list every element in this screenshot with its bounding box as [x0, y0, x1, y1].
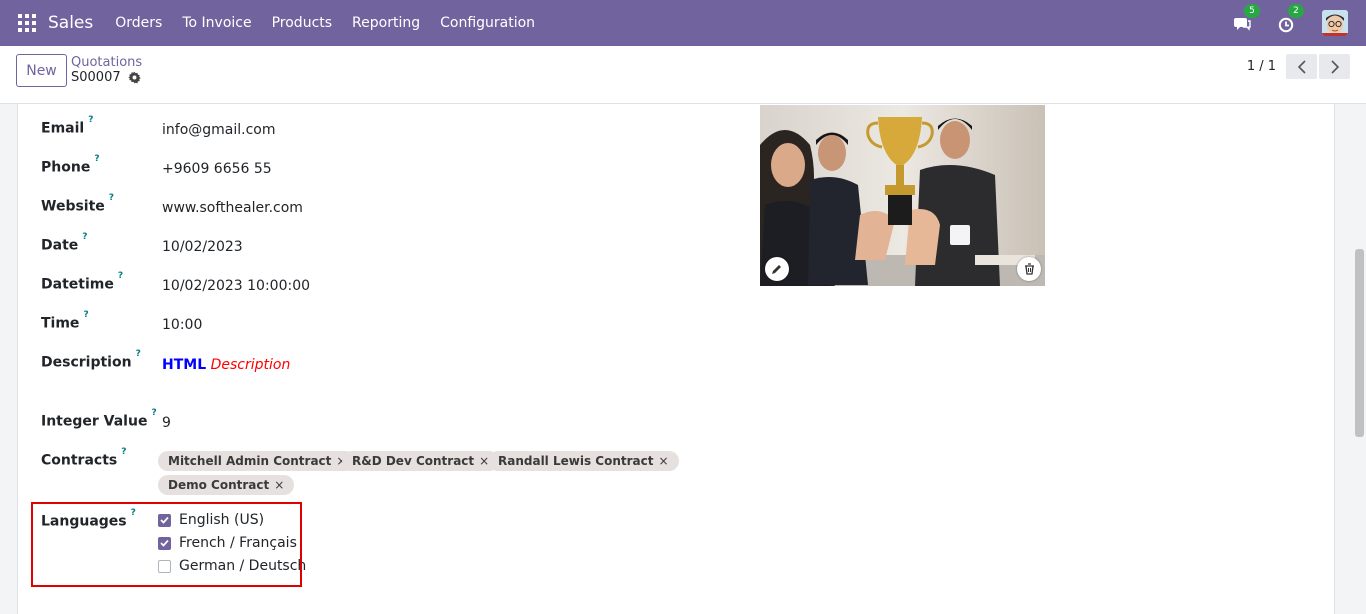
tag-remove-icon[interactable]: ×	[274, 478, 284, 492]
clock-icon	[1278, 17, 1294, 33]
description-italic-text: Description	[210, 357, 291, 373]
email-value[interactable]: info@gmail.com	[162, 122, 276, 138]
chevron-right-icon	[1330, 59, 1339, 74]
help-mark[interactable]: ?	[94, 154, 99, 164]
contract-tag[interactable]: Mitchell Admin Contract×	[158, 451, 357, 471]
contract-tag[interactable]: R&D Dev Contract ×	[342, 451, 500, 471]
help-mark[interactable]: ?	[83, 310, 88, 320]
trash-icon	[1024, 263, 1034, 275]
image-content	[760, 105, 1045, 286]
messages-button[interactable]: 5	[1234, 4, 1260, 34]
help-mark[interactable]: ?	[109, 193, 114, 203]
scrollbar-thumb[interactable]	[1355, 249, 1364, 437]
date-label: Date	[41, 237, 79, 254]
description-bold-text: HTML	[162, 357, 207, 373]
integer-value[interactable]: 9	[162, 415, 171, 431]
menu-configuration[interactable]: Configuration	[430, 0, 545, 46]
contract-tag-label: Demo Contract	[168, 478, 270, 492]
new-button[interactable]: New	[16, 54, 67, 87]
pager-previous-button[interactable]	[1286, 54, 1317, 79]
website-value[interactable]: www.softhealer.com	[162, 200, 303, 216]
datetime-value[interactable]: 10/02/2023 10:00:00	[162, 278, 310, 294]
datetime-label: Datetime	[41, 276, 114, 293]
menu-to-invoice[interactable]: To Invoice	[172, 0, 261, 46]
date-value[interactable]: 10/02/2023	[162, 239, 243, 255]
page-scrollbar[interactable]	[1354, 104, 1364, 614]
contract-tag-label: R&D Dev Contract	[352, 454, 475, 468]
contract-tag[interactable]: Randall Lewis Contract ×	[488, 451, 679, 471]
time-value[interactable]: 10:00	[162, 317, 202, 333]
contract-tag[interactable]: Demo Contract ×	[158, 475, 295, 495]
email-label: Email	[41, 120, 85, 137]
description-html-editor[interactable]: HTML Description	[162, 357, 290, 373]
delete-image-button[interactable]	[1017, 257, 1041, 281]
record-title: S00007	[71, 70, 141, 85]
menu-orders[interactable]: Orders	[105, 0, 172, 46]
record-name: S00007	[71, 70, 121, 85]
phone-label: Phone	[41, 159, 91, 176]
description-label: Description	[41, 354, 132, 371]
chevron-left-icon	[1297, 59, 1306, 74]
chat-icon	[1234, 18, 1251, 31]
phone-value[interactable]: +9609 6656 55	[162, 161, 272, 177]
top-navbar: Sales Orders To Invoice Products Reporti…	[0, 0, 1366, 46]
contract-tag-label: Mitchell Admin Contract	[168, 454, 332, 468]
apps-grid-icon[interactable]	[18, 14, 36, 32]
contract-tag-label: Randall Lewis Contract	[498, 454, 654, 468]
menu-products[interactable]: Products	[262, 0, 342, 46]
control-panel: New Quotations S00007 1 / 1	[0, 46, 1366, 104]
activities-button[interactable]: 2	[1278, 4, 1304, 34]
record-image[interactable]	[760, 105, 1045, 286]
languages-highlight-box	[31, 502, 302, 587]
pencil-icon	[772, 265, 781, 274]
integer-label: Integer Value	[41, 413, 148, 430]
menu-reporting[interactable]: Reporting	[342, 0, 430, 46]
pager-value[interactable]: 1 / 1	[1247, 59, 1276, 74]
app-brand[interactable]: Sales	[48, 13, 93, 33]
edit-image-button[interactable]	[765, 257, 789, 281]
website-label: Website	[41, 198, 105, 215]
help-mark[interactable]: ?	[118, 271, 123, 281]
help-mark[interactable]: ?	[121, 447, 126, 457]
breadcrumb-quotations[interactable]: Quotations	[71, 55, 142, 70]
tag-remove-icon[interactable]: ×	[658, 454, 668, 468]
gear-icon[interactable]	[127, 71, 141, 84]
help-mark[interactable]: ?	[136, 349, 141, 359]
activities-count-badge: 2	[1288, 4, 1304, 18]
help-mark[interactable]: ?	[88, 115, 93, 125]
user-avatar[interactable]	[1322, 10, 1348, 36]
contracts-label: Contracts	[41, 452, 118, 469]
help-mark[interactable]: ?	[82, 232, 87, 242]
messages-count-badge: 5	[1244, 4, 1260, 18]
pager-next-button[interactable]	[1319, 54, 1350, 79]
time-label: Time	[41, 315, 80, 332]
help-mark[interactable]: ?	[151, 408, 156, 418]
